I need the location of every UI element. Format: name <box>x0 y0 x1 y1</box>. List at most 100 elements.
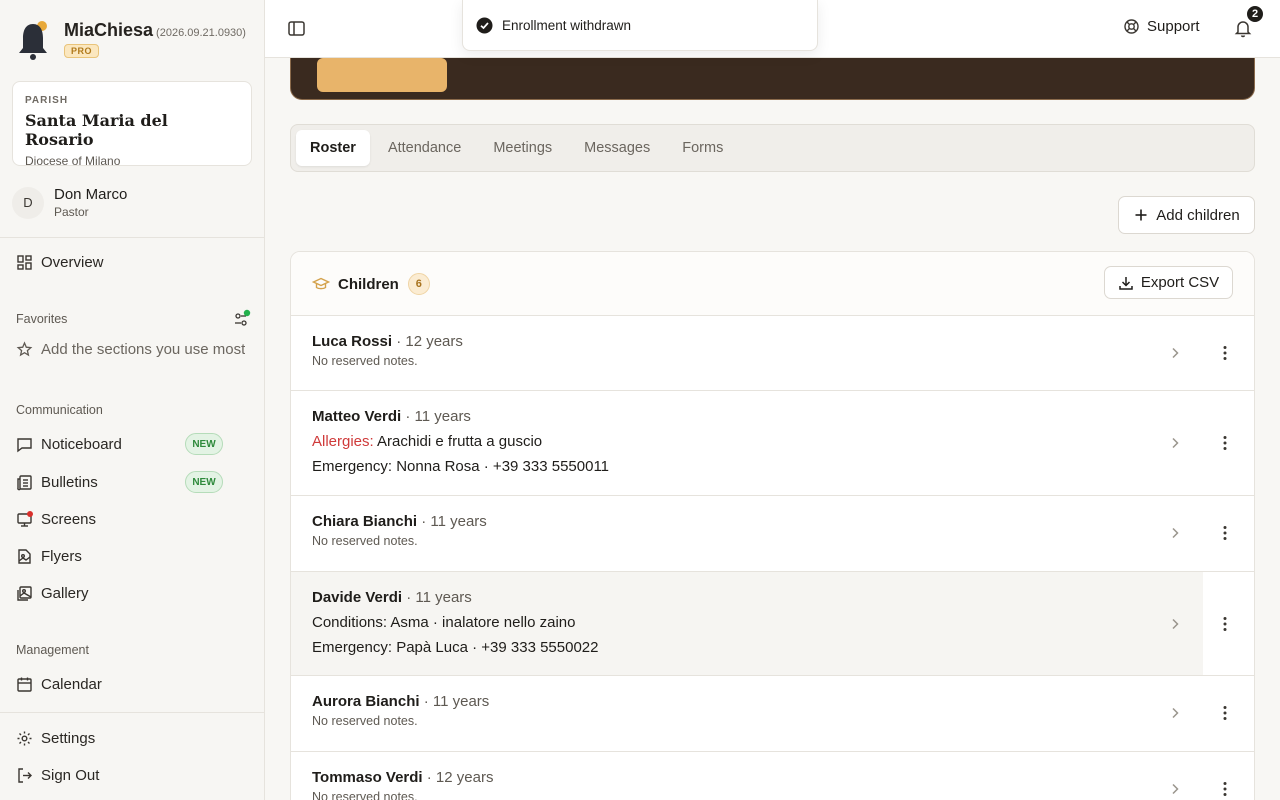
support-button[interactable]: Support <box>1123 18 1200 35</box>
user-profile[interactable]: D Don Marco Pastor <box>12 186 127 219</box>
sidebar-item-label: Gallery <box>41 584 89 602</box>
user-role: Pastor <box>54 205 89 219</box>
parish-label: PARISH <box>25 95 69 106</box>
sidebar-item-bulletins[interactable]: Bulletins <box>16 470 98 494</box>
card-title: Children <box>338 275 399 293</box>
sidebar-item-label: Screens <box>41 510 97 528</box>
sidebar-item-calendar[interactable]: Calendar <box>16 672 102 696</box>
child-age: · 11 years <box>419 693 490 710</box>
management-label: Management <box>16 643 89 657</box>
divider <box>0 712 264 713</box>
sidebar-item-label: Settings <box>41 729 96 747</box>
sidebar-item-label: Flyers <box>41 547 82 565</box>
parish-diocese: Diocese of Milano <box>25 154 121 168</box>
avatar: D <box>12 186 44 219</box>
file-image-icon <box>18 548 31 564</box>
export-csv-label: Export CSV <box>1140 274 1220 291</box>
bell-logo-icon <box>19 21 47 60</box>
table-row[interactable]: Davide Verdi · 11 years Conditions: Asma… <box>291 572 1254 676</box>
child-age: · 11 years <box>402 589 472 606</box>
star-icon <box>16 341 33 357</box>
newspaper-icon <box>17 474 32 490</box>
chevron-right-icon[interactable] <box>1168 782 1182 796</box>
chevron-right-icon[interactable] <box>1168 706 1182 720</box>
app-name: MiaChiesa <box>64 20 154 40</box>
table-row[interactable]: Matteo Verdi · 11 years Allergies: Arach… <box>291 391 1254 496</box>
sidebar-item-screens[interactable]: Screens <box>16 507 96 531</box>
emergency-label: Emergency: <box>312 639 393 656</box>
message-square-icon <box>17 437 32 452</box>
table-row[interactable]: Aurora Bianchi · 11 years No reserved no… <box>291 676 1254 752</box>
favorites-add[interactable]: Add the sections you use most <box>16 341 248 358</box>
tab-meetings[interactable]: Meetings <box>479 130 566 166</box>
tab-forms[interactable]: Forms <box>668 130 737 166</box>
child-age: · 12 years <box>422 769 494 786</box>
sidebar-item-settings[interactable]: Settings <box>16 726 95 750</box>
gear-icon <box>17 731 32 745</box>
more-vertical-icon[interactable] <box>1216 615 1234 633</box>
sidebar-item-label: Bulletins <box>41 473 98 491</box>
sidebar-item-label: Noticeboard <box>41 435 122 453</box>
sidebar-item-gallery[interactable]: Gallery <box>16 581 89 605</box>
brand[interactable]: MiaChiesa (2026.09.21.0930) PRO <box>16 18 246 62</box>
child-note: No reserved notes. <box>312 354 418 368</box>
conditions-label: Conditions: <box>312 614 388 631</box>
calendar-icon <box>17 677 32 692</box>
emergency-value: Nonna Rosa · +39 333 5550011 <box>392 458 610 475</box>
table-row[interactable]: Tommaso Verdi · 12 years No reserved not… <box>291 752 1254 800</box>
chevron-right-icon[interactable] <box>1168 436 1182 450</box>
more-vertical-icon[interactable] <box>1216 434 1234 452</box>
child-note: No reserved notes. <box>312 714 418 728</box>
sidebar-item-flyers[interactable]: Flyers <box>16 544 82 568</box>
emergency-label: Emergency: <box>312 458 393 475</box>
sidebar-item-label: Overview <box>41 253 104 271</box>
conditions-value: Asma · inalatore nello zaino <box>387 614 576 631</box>
check-circle-icon <box>476 17 493 33</box>
graduation-cap-icon <box>312 277 330 290</box>
gallery-icon <box>17 585 32 601</box>
more-vertical-icon[interactable] <box>1216 344 1234 362</box>
child-name: Matteo Verdi <box>312 408 402 425</box>
sidebar-toggle-icon[interactable] <box>287 19 306 38</box>
card-header: Children 6 Export CSV <box>291 252 1254 316</box>
table-row[interactable]: Chiara Bianchi · 11 years No reserved no… <box>291 496 1254 572</box>
favorites-label: Favorites <box>16 312 68 326</box>
child-note: No reserved notes. <box>312 534 418 548</box>
more-vertical-icon[interactable] <box>1216 704 1234 722</box>
lifebuoy-icon <box>1124 19 1139 34</box>
export-csv-button[interactable]: Export CSV <box>1104 266 1233 299</box>
add-children-button[interactable]: Add children <box>1118 196 1255 234</box>
chevron-right-icon[interactable] <box>1168 346 1182 360</box>
download-icon <box>1119 276 1133 290</box>
chevron-right-icon[interactable] <box>1168 617 1182 631</box>
sidebar-item-overview[interactable]: Overview <box>16 250 104 274</box>
emergency-value: Papà Luca · +39 333 5550022 <box>392 639 599 656</box>
plus-icon <box>1135 209 1147 221</box>
support-label: Support <box>1147 18 1200 35</box>
more-vertical-icon[interactable] <box>1216 780 1234 798</box>
parish-name: Santa Maria del Rosario <box>25 111 168 149</box>
toast-message: Enrollment withdrawn <box>502 17 632 33</box>
more-vertical-icon[interactable] <box>1216 524 1234 542</box>
table-row[interactable]: Luca Rossi · 12 years No reserved notes. <box>291 316 1254 391</box>
tab-roster[interactable]: Roster <box>296 130 370 166</box>
tab-messages[interactable]: Messages <box>570 130 664 166</box>
hero-button[interactable] <box>317 58 447 92</box>
sidebar: MiaChiesa (2026.09.21.0930) PRO PARISH Sa… <box>0 0 265 800</box>
grid-icon <box>17 254 32 270</box>
notification-count-badge: 2 <box>1245 4 1265 24</box>
pro-badge: PRO <box>64 44 100 58</box>
sidebar-item-noticeboard[interactable]: Noticeboard <box>16 432 122 456</box>
chevron-right-icon[interactable] <box>1168 526 1182 540</box>
child-name: Aurora Bianchi <box>312 693 420 710</box>
child-age: · 11 years <box>401 408 471 425</box>
favorites-settings-icon[interactable] <box>232 309 252 329</box>
allergies-label: Allergies: <box>312 433 374 450</box>
tab-attendance[interactable]: Attendance <box>374 130 475 166</box>
monitor-icon <box>17 510 33 527</box>
sidebar-item-label: Sign Out <box>41 766 100 784</box>
children-card: Children 6 Export CSV Luca Rossi · 12 ye… <box>290 251 1255 800</box>
sidebar-item-sign-out[interactable]: Sign Out <box>16 763 99 787</box>
parish-card[interactable]: PARISH Santa Maria del Rosario Diocese o… <box>12 81 252 168</box>
allergies-value: Arachidi e frutta a guscio <box>373 433 543 450</box>
